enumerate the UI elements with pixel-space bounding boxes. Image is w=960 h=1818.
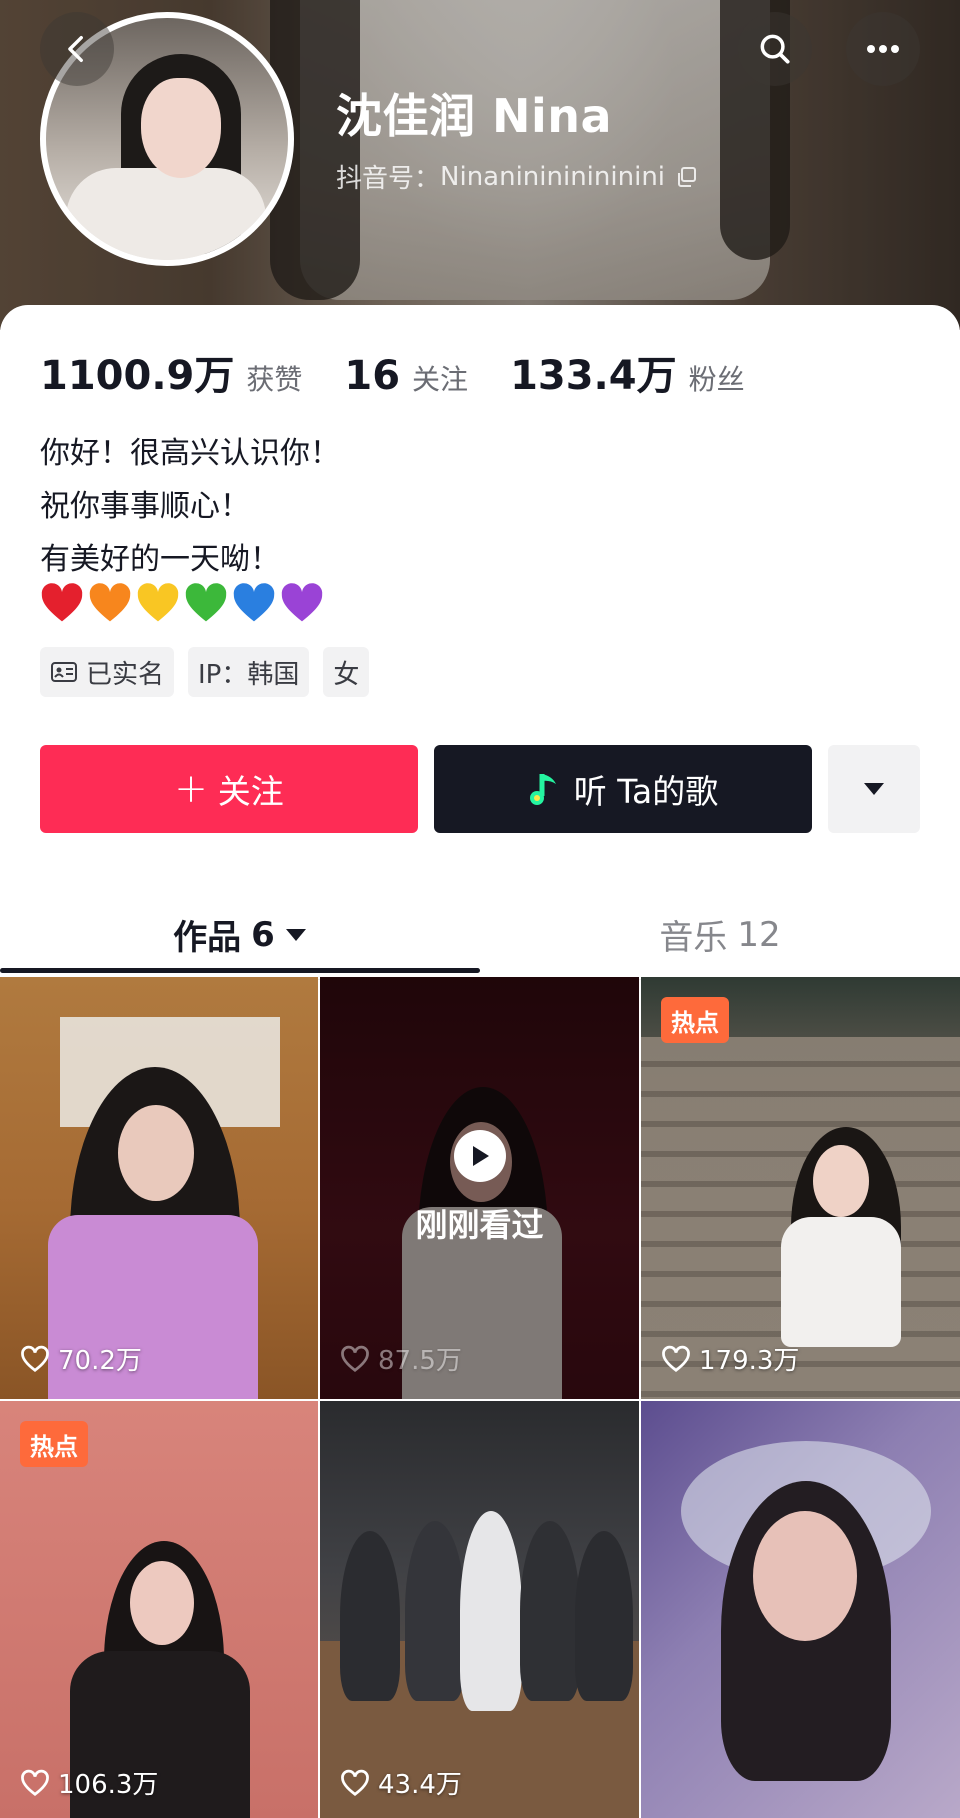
stat-followers-count: 133.4万 bbox=[510, 353, 677, 399]
music-note-icon bbox=[529, 774, 556, 805]
search-button[interactable] bbox=[738, 12, 812, 86]
video-5-dancer-center bbox=[460, 1511, 522, 1711]
video-3-shirt bbox=[781, 1217, 901, 1347]
tab-works-count: 6 bbox=[251, 914, 275, 955]
caret-down-icon bbox=[285, 928, 306, 941]
tab-works-label: 作品 bbox=[173, 918, 242, 958]
heart-emoji-4 bbox=[185, 583, 227, 622]
profile-name: 沈佳润 Nina bbox=[336, 89, 613, 143]
video-2-likes: 87.5万 bbox=[340, 1340, 462, 1377]
stat-following-count: 16 bbox=[344, 353, 401, 399]
tab-music-count: 12 bbox=[737, 914, 781, 955]
search-icon bbox=[760, 34, 790, 64]
stat-likes-label: 获赞 bbox=[246, 363, 303, 396]
tab-music-label: 音乐 bbox=[659, 918, 728, 958]
id-card-icon bbox=[51, 662, 77, 682]
profile-tags: 已实名 IP：韩国 女 bbox=[40, 647, 370, 697]
video-2-likes-count: 87.5万 bbox=[378, 1346, 462, 1376]
more-actions-button[interactable] bbox=[828, 745, 920, 833]
profile-cover: 沈佳润 Nina 抖音号： Ninaninininininini bbox=[0, 0, 960, 330]
video-4-likes-count: 106.3万 bbox=[58, 1770, 159, 1800]
heart-emoji-3 bbox=[137, 583, 179, 622]
tag-ip: IP：韩国 bbox=[188, 647, 310, 697]
video-4-likes: 106.3万 bbox=[20, 1764, 158, 1801]
more-button[interactable] bbox=[846, 12, 920, 86]
play-button[interactable] bbox=[453, 1130, 506, 1182]
video-3-hot-badge: 热点 bbox=[661, 997, 729, 1043]
heart-icon bbox=[21, 1769, 49, 1796]
play-icon bbox=[472, 1146, 489, 1166]
back-icon bbox=[68, 35, 83, 63]
profile-tabs: 作品 6 音乐 12 bbox=[0, 890, 960, 980]
video-tile-4[interactable]: 热点 106.3万 bbox=[0, 1401, 318, 1818]
video-1-face bbox=[118, 1105, 194, 1201]
video-tile-3[interactable]: 热点 179.3万 bbox=[641, 977, 960, 1399]
stat-following[interactable]: 16 关注 bbox=[344, 353, 468, 399]
avatar-body bbox=[66, 168, 266, 260]
bio-line-1: 你好！很高兴认识你！ bbox=[40, 436, 340, 471]
bio-hearts bbox=[40, 581, 324, 625]
video-5-dancer-2 bbox=[405, 1521, 465, 1701]
video-3-likes-count: 179.3万 bbox=[699, 1346, 800, 1376]
tab-music[interactable]: 音乐 12 bbox=[480, 890, 960, 979]
tag-verified: 已实名 bbox=[40, 647, 175, 697]
douyin-id-row[interactable]: 抖音号： Ninaninininininini bbox=[336, 158, 699, 195]
bio-line-2: 祝你事事顺心！ bbox=[40, 489, 250, 524]
stat-likes[interactable]: 1100.9万 获赞 bbox=[40, 343, 302, 401]
more-icon bbox=[867, 45, 899, 53]
heart-emoji-2 bbox=[89, 583, 131, 622]
follow-label: 关注 bbox=[217, 772, 284, 811]
tag-gender-label: 女 bbox=[333, 659, 360, 690]
recently-watched-label: 刚刚看过 bbox=[415, 1206, 544, 1244]
heart-emoji-1 bbox=[41, 583, 83, 622]
video-3-face bbox=[813, 1145, 869, 1217]
action-buttons: + 关注 听 Ta的歌 bbox=[40, 745, 920, 833]
video-4-hot-badge: 热点 bbox=[20, 1421, 88, 1467]
stat-likes-count: 1100.9万 bbox=[40, 353, 235, 399]
video-tile-1[interactable]: 70.2万 bbox=[0, 977, 318, 1399]
video-tile-5[interactable]: 43.4万 bbox=[320, 1401, 639, 1818]
douyin-id-label: 抖音号： bbox=[336, 164, 441, 194]
heart-icon bbox=[662, 1345, 690, 1372]
video-4-face bbox=[130, 1561, 194, 1645]
video-1-likes-count: 70.2万 bbox=[58, 1346, 142, 1376]
follow-button[interactable]: + 关注 bbox=[40, 745, 418, 833]
recently-watched-overlay: 刚刚看过 bbox=[320, 977, 639, 1399]
tag-ip-label: IP：韩国 bbox=[198, 659, 300, 690]
stat-followers[interactable]: 133.4万 粉丝 bbox=[510, 343, 745, 401]
douyin-id-value: Ninaninininininini bbox=[440, 161, 666, 192]
video-1-likes: 70.2万 bbox=[20, 1340, 142, 1377]
heart-icon bbox=[341, 1769, 369, 1796]
heart-icon bbox=[341, 1345, 369, 1372]
video-5-dancer-1 bbox=[340, 1531, 400, 1701]
tag-verified-label: 已实名 bbox=[86, 659, 165, 690]
video-5-likes-count: 43.4万 bbox=[378, 1770, 462, 1800]
video-5-likes: 43.4万 bbox=[340, 1764, 462, 1801]
follow-plus-icon: + bbox=[174, 766, 208, 812]
back-button[interactable] bbox=[40, 12, 114, 86]
stat-followers-label: 粉丝 bbox=[688, 363, 745, 396]
listen-songs-label: 听 Ta的歌 bbox=[573, 772, 719, 811]
heart-icon bbox=[21, 1345, 49, 1372]
bio-line-3: 有美好的一天呦！ bbox=[40, 542, 280, 577]
listen-songs-button[interactable]: 听 Ta的歌 bbox=[434, 745, 812, 833]
video-6-face bbox=[753, 1511, 857, 1641]
stats-row: 1100.9万 获赞 16 关注 133.4万 粉丝 bbox=[40, 343, 787, 401]
caret-down-icon bbox=[864, 783, 884, 795]
tag-gender: 女 bbox=[323, 647, 370, 697]
video-5-dancer-4 bbox=[575, 1531, 633, 1701]
video-grid: 70.2万 刚刚看过 87.5万 热点 179.3万 热点 106.3万 43.… bbox=[0, 977, 960, 1818]
video-tile-6[interactable] bbox=[641, 1401, 960, 1818]
heart-emoji-6 bbox=[281, 583, 323, 622]
stat-following-label: 关注 bbox=[412, 363, 469, 396]
active-tab-indicator bbox=[0, 968, 480, 973]
video-5-dancer-3 bbox=[520, 1521, 580, 1701]
heart-emoji-5 bbox=[233, 583, 275, 622]
bio: 你好！很高兴认识你！ 祝你事事顺心！ 有美好的一天呦！ bbox=[40, 427, 340, 586]
copy-icon[interactable] bbox=[675, 165, 699, 189]
tab-works[interactable]: 作品 6 bbox=[0, 890, 480, 979]
avatar-face bbox=[141, 78, 221, 178]
video-3-likes: 179.3万 bbox=[661, 1340, 799, 1377]
video-tile-2[interactable]: 刚刚看过 87.5万 bbox=[320, 977, 639, 1399]
